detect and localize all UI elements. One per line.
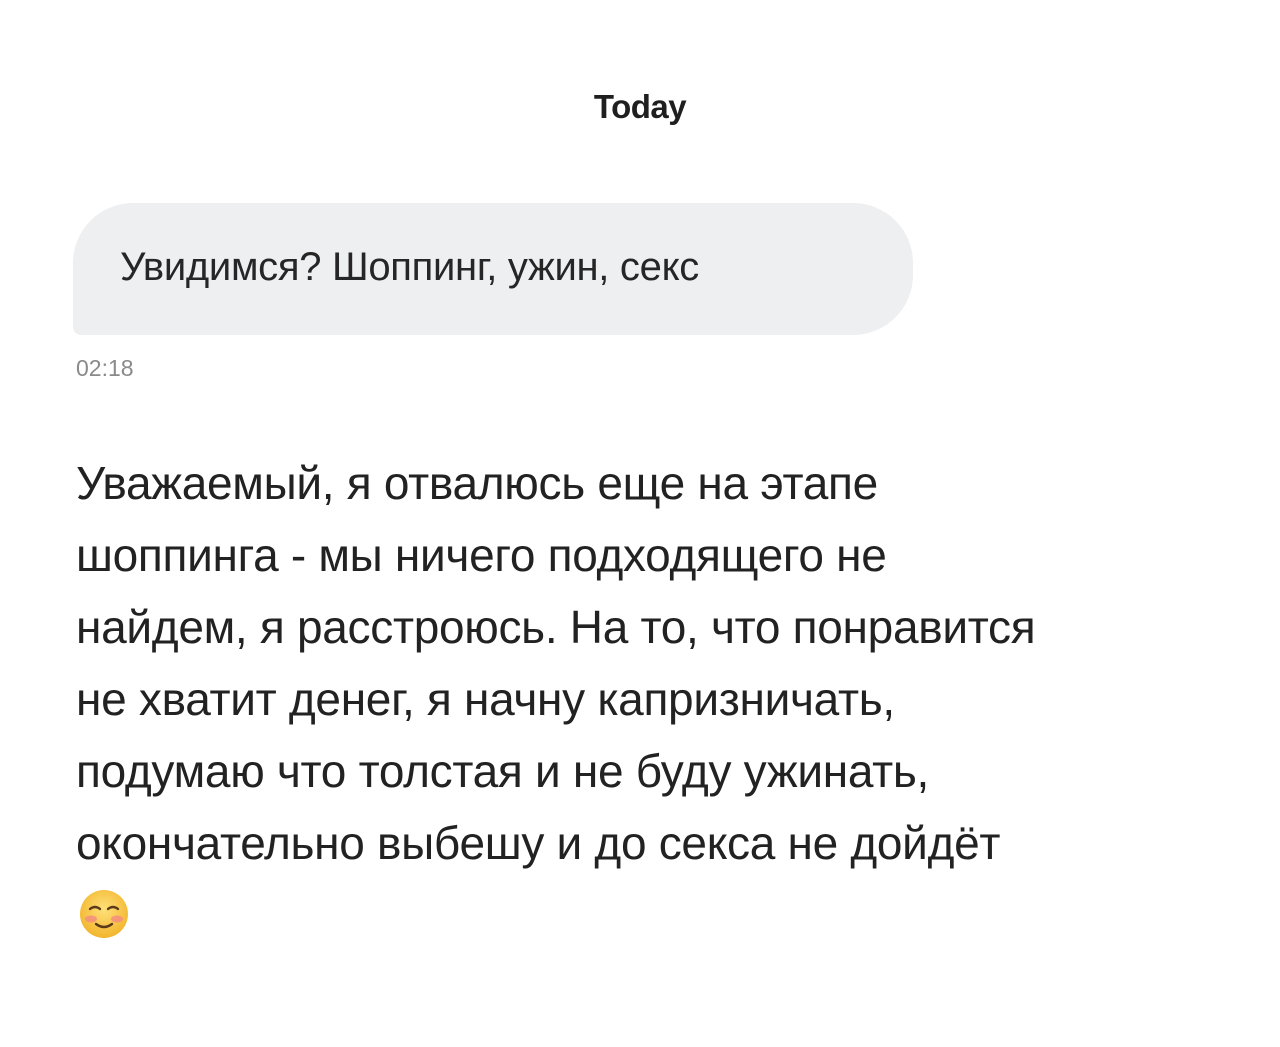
reply-line: Уважаемый, я отвалюсь еще на этапе [76,457,878,509]
incoming-message-text: Увидимся? Шоппинг, ужин, секс [120,245,699,289]
date-separator: Today [593,88,687,125]
incoming-message-bubble[interactable]: Увидимся? Шоппинг, ужин, секс [73,203,913,335]
message-timestamp: 02:18 [76,355,134,381]
chat-thread: Today Увидимся? Шоппинг, ужин, секс 02:1… [0,0,1280,1047]
reply-message: Уважаемый, я отвалюсь еще на этапе шоппи… [76,447,1246,879]
reply-line: шоппинга - мы ничего подходящего не [76,529,887,581]
reply-line: не хватит денег, я начну капризничать, [76,673,895,725]
reply-line: окончательно выбешу и до секса не дойдёт [76,817,1001,869]
smiling-face-with-blush-icon [80,890,128,938]
reply-line: найдем, я расстроюсь. На то, что понрави… [76,601,1036,653]
reply-line: подумаю что толстая и не буду ужинать, [76,745,930,797]
